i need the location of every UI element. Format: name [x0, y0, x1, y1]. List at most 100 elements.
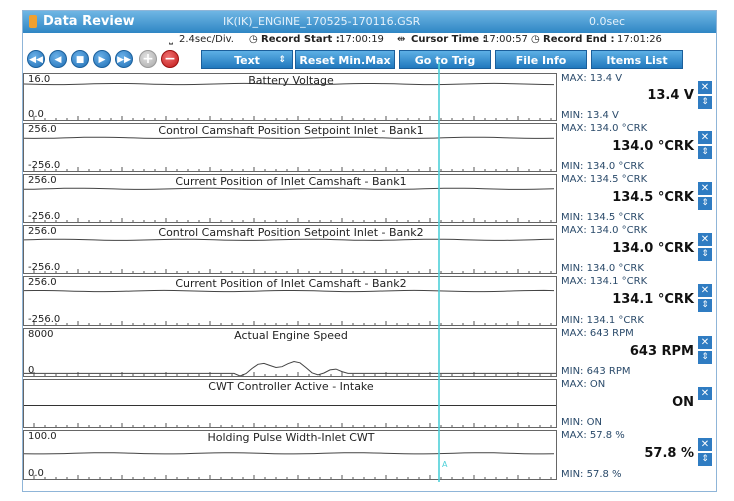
window-title: Data Review	[43, 14, 135, 29]
min-value: MIN: 134.1 °CRK	[561, 315, 644, 326]
scale-button[interactable]: ⇕	[698, 299, 712, 312]
record-end-value: 17:01:26	[617, 34, 662, 45]
graph-title: Holding Pulse Width-Inlet CWT	[207, 431, 375, 444]
time-div-icon: ⎵	[169, 34, 173, 45]
graph-title: Control Camshaft Position Setpoint Inlet…	[158, 124, 424, 137]
go-to-trig-button[interactable]: Go to Trig	[399, 50, 491, 69]
zoom-out-button[interactable]: −	[161, 50, 179, 68]
min-value: MIN: ON	[561, 417, 602, 428]
value-stats: MAX: 134.5 °CRK 134.5 °CRK MIN: 134.5 °CRK…	[559, 174, 716, 223]
signal-line	[24, 136, 555, 139]
max-value: MAX: 134.1 °CRK	[561, 276, 648, 287]
y-max-label: 8000	[28, 329, 54, 340]
graph-panel[interactable]: Holding Pulse Width-Inlet CWT 100.0 0.0	[23, 430, 557, 480]
record-info-bar: ⎵ 2.4sec/Div. ◷ Record Start : 17:00:19 …	[23, 33, 716, 47]
graph-title: Current Position of Inlet Camshaft - Ban…	[175, 175, 407, 188]
graph-panel[interactable]: Actual Engine Speed 8000 0	[23, 328, 557, 377]
reset-minmax-button[interactable]: Reset Min.Max	[295, 50, 395, 69]
scale-button[interactable]: ⇕	[698, 453, 712, 466]
record-end-label: Record End :	[543, 34, 615, 45]
graph-title: Battery Voltage	[248, 74, 334, 87]
remove-graph-button[interactable]: ✕	[698, 233, 712, 246]
playback-speed: 0.0sec	[589, 15, 626, 28]
y-max-label: 16.0	[28, 74, 51, 85]
min-value: MIN: 134.5 °CRK	[561, 212, 644, 223]
time-cursor[interactable]	[438, 62, 440, 482]
graph-panel[interactable]: Control Camshaft Position Setpoint Inlet…	[23, 123, 557, 172]
min-value: MIN: 134.0 °CRK	[561, 263, 644, 274]
y-max-label: 256.0	[28, 277, 57, 288]
graph-panel[interactable]: CWT Controller Active - Intake	[23, 379, 557, 428]
y-min-label: -256.0	[28, 262, 61, 273]
max-value: MAX: 13.4 V	[561, 73, 623, 84]
remove-graph-button[interactable]: ✕	[698, 182, 712, 195]
signal-line	[24, 238, 555, 241]
value-stats: MAX: 134.1 °CRK 134.1 °CRK MIN: 134.1 °CRK…	[559, 276, 716, 326]
rewind-fast-button[interactable]: ◀◀	[27, 50, 45, 68]
graph-panel[interactable]: Current Position of Inlet Camshaft - Ban…	[23, 174, 557, 223]
text-select-dropdown[interactable]: Text ⇕	[201, 50, 293, 69]
current-value: 134.5 °CRK	[612, 190, 694, 205]
signal-line	[24, 452, 555, 455]
items-list-button[interactable]: Items List	[591, 50, 683, 69]
file-name: IK(IK)_ENGINE_170525-170116.GSR	[223, 15, 421, 28]
max-value: MAX: 643 RPM	[561, 328, 634, 339]
record-start-value: 17:00:19	[339, 34, 384, 45]
value-stats: MAX: 643 RPM 643 RPM MIN: 643 RPM ✕ ⇕	[559, 328, 716, 377]
graph-panel[interactable]: Battery Voltage 16.0 0.0	[23, 73, 557, 121]
zoom-in-button[interactable]: +	[139, 50, 157, 68]
scale-button[interactable]: ⇕	[698, 146, 712, 159]
remove-graph-button[interactable]: ✕	[698, 284, 712, 297]
graph-panel[interactable]: Current Position of Inlet Camshaft - Ban…	[23, 276, 557, 326]
clock-icon: ◷	[249, 34, 258, 45]
toolbar: ◀◀ ◀ ■ ▶ ▶▶ + − Text ⇕ Reset Min.Max Go …	[23, 47, 716, 71]
rewind-button[interactable]: ◀	[49, 50, 67, 68]
cursor-time-label: Cursor Time :	[411, 34, 487, 45]
current-value: ON	[672, 395, 694, 410]
y-min-label: -256.0	[28, 160, 61, 171]
remove-graph-button[interactable]: ✕	[698, 81, 712, 94]
current-value: 57.8 %	[644, 446, 694, 461]
spinner-icon: ⇕	[278, 55, 286, 65]
graph-panel[interactable]: Control Camshaft Position Setpoint Inlet…	[23, 225, 557, 274]
min-value: MIN: 643 RPM	[561, 366, 631, 377]
graph-title: Current Position of Inlet Camshaft - Ban…	[175, 277, 407, 290]
y-min-label: -256.0	[28, 211, 61, 222]
min-value: MIN: 57.8 %	[561, 469, 622, 480]
y-max-label: 256.0	[28, 175, 57, 186]
scale-button[interactable]: ⇕	[698, 351, 712, 364]
scale-button[interactable]: ⇕	[698, 96, 712, 109]
y-max-label: 256.0	[28, 124, 57, 135]
value-stats: MAX: 57.8 % 57.8 % MIN: 57.8 % ✕ ⇕	[559, 430, 716, 480]
value-stats: MAX: 134.0 °CRK 134.0 °CRK MIN: 134.0 °CRK…	[559, 225, 716, 274]
remove-graph-button[interactable]: ✕	[698, 131, 712, 144]
remove-graph-button[interactable]: ✕	[698, 336, 712, 349]
y-min-label: -256.0	[28, 314, 61, 325]
play-button[interactable]: ▶	[93, 50, 111, 68]
max-value: MAX: 134.0 °CRK	[561, 225, 648, 236]
fast-forward-button[interactable]: ▶▶	[115, 50, 133, 68]
max-value: MAX: 134.5 °CRK	[561, 174, 648, 185]
value-stats: MAX: ON ON MIN: ON ✕	[559, 379, 716, 428]
graph-title: Actual Engine Speed	[234, 329, 348, 342]
file-info-button[interactable]: File Info	[495, 50, 587, 69]
scale-button[interactable]: ⇕	[698, 197, 712, 210]
max-value: MAX: 57.8 %	[561, 430, 625, 441]
title-bar: Data Review IK(IK)_ENGINE_170525-170116.…	[23, 11, 716, 33]
scale-button[interactable]: ⇕	[698, 248, 712, 261]
graph-title: CWT Controller Active - Intake	[208, 380, 374, 393]
y-min-label: 0	[28, 365, 35, 376]
min-value: MIN: 134.0 °CRK	[561, 161, 644, 172]
min-value: MIN: 13.4 V	[561, 110, 619, 121]
value-stats: MAX: 134.0 °CRK 134.0 °CRK MIN: 134.0 °CRK…	[559, 123, 716, 172]
current-value: 643 RPM	[629, 344, 694, 359]
signal-line	[24, 289, 555, 293]
max-value: MAX: ON	[561, 379, 606, 390]
y-max-label: 256.0	[28, 226, 57, 237]
current-value: 134.0 °CRK	[612, 139, 694, 154]
current-value: 134.0 °CRK	[612, 241, 694, 256]
remove-graph-button[interactable]: ✕	[698, 438, 712, 451]
remove-graph-button[interactable]: ✕	[698, 387, 712, 400]
max-value: MAX: 134.0 °CRK	[561, 123, 648, 134]
stop-button[interactable]: ■	[71, 50, 89, 68]
